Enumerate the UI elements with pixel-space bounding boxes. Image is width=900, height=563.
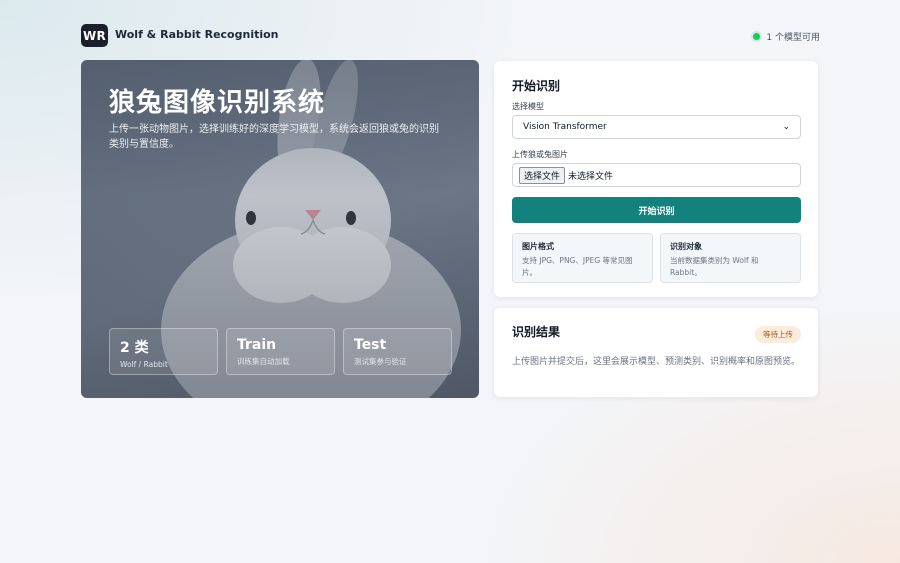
chevron-down-icon: ⌄ [782,122,790,132]
form-title: 开始识别 [512,79,561,93]
stat-value: Train [237,337,277,353]
file-status-text: 未选择文件 [568,171,614,182]
result-card: 识别结果 等待上传 上传图片并提交后，这里会展示模型、预测类别、识别概率和原图预… [494,308,818,397]
model-status: 1 个模型可用 [753,30,820,43]
status-dot-icon [753,33,761,40]
info-card-targets: 识别对象 当前数据集类别为 Wolf 和 Rabbit。 [660,233,801,283]
stat-value: Test [354,337,387,353]
logo: WR [81,24,108,47]
model-select-label: 选择模型 [512,102,544,111]
choose-file-button[interactable]: 选择文件 [519,166,566,184]
info-title: 识别对象 [670,242,702,251]
stat-label: 训练集自动加载 [237,357,290,366]
recognition-form-card: 开始识别 选择模型 Vision Transformer ⌄ 上传狼或兔图片 选… [494,61,818,297]
result-title: 识别结果 [512,325,561,339]
stat-value: 2 类 [120,340,149,356]
stat-label: 测试集参与验证 [354,357,407,366]
stat-card-test: Test 测试集参与验证 [343,328,452,375]
info-text: 支持 JPG、PNG、JPEG 等常见图片。 [522,256,633,277]
status-badge: 等待上传 [755,326,801,343]
model-select-value: Vision Transformer [523,122,607,132]
stat-card-train: Train 训练集自动加载 [226,328,335,375]
model-select[interactable]: Vision Transformer ⌄ [512,115,801,139]
brand-name: Wolf & Rabbit Recognition [115,28,279,41]
stat-label: Wolf / Rabbit [120,360,168,369]
stat-card-classes: 2 类 Wolf / Rabbit [109,328,218,375]
stats-row: 2 类 Wolf / Rabbit Train 训练集自动加载 Test 测试集… [109,328,452,375]
hero-banner: 狼兔图像识别系统 上传一张动物图片，选择训练好的深度学习模型，系统会返回狼或兔的… [81,60,479,398]
hero-description: 上传一张动物图片，选择训练好的深度学习模型，系统会返回狼或兔的识别类别与置信度。 [109,124,439,150]
upload-label: 上传狼或兔图片 [512,150,568,159]
top-bar: WR Wolf & Rabbit Recognition 1 个模型可用 [81,24,820,48]
file-upload-input[interactable]: 选择文件 未选择文件 [512,163,801,187]
start-recognition-button[interactable]: 开始识别 [512,197,801,223]
info-title: 图片格式 [522,242,554,251]
hero-title: 狼兔图像识别系统 [109,88,326,118]
info-card-format: 图片格式 支持 JPG、PNG、JPEG 等常见图片。 [512,233,653,283]
model-status-text: 1 个模型可用 [766,33,820,43]
info-text: 当前数据集类别为 Wolf 和 Rabbit。 [670,256,759,277]
result-placeholder-text: 上传图片并提交后，这里会展示模型、预测类别、识别概率和原图预览。 [512,357,801,367]
